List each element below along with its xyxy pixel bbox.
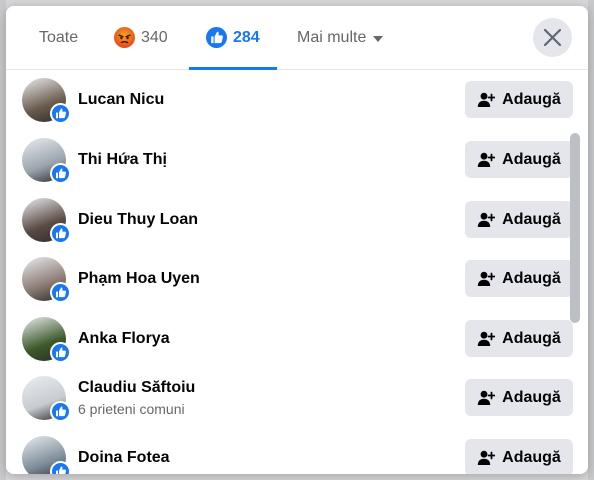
list-item: Claudiu Săftoiu 6 prieteni comuni Adaugă: [6, 368, 588, 427]
add-friend-label: Adaugă: [502, 210, 561, 228]
like-icon: [50, 461, 71, 474]
add-friend-icon: [477, 331, 496, 346]
add-friend-button[interactable]: Adaugă: [465, 320, 573, 357]
person-name[interactable]: Dieu Thuy Loan: [78, 211, 198, 229]
angry-emoji-icon: [114, 27, 135, 48]
add-friend-button[interactable]: Adaugă: [465, 379, 573, 416]
person-name[interactable]: Lucan Nicu: [78, 91, 164, 109]
list-item: Lucan Nicu Adaugă: [6, 70, 588, 129]
add-friend-button[interactable]: Adaugă: [465, 439, 573, 474]
tab-like[interactable]: 284: [189, 6, 277, 70]
person-name[interactable]: Phạm Hoa Uyen: [78, 270, 200, 288]
like-icon: [50, 103, 71, 124]
tab-like-count: 284: [233, 28, 260, 46]
add-friend-label: Adaugă: [502, 329, 561, 347]
like-icon: [50, 401, 71, 422]
like-icon: [50, 282, 71, 303]
list-item: Dieu Thuy Loan Adaugă: [6, 190, 588, 249]
add-friend-button[interactable]: Adaugă: [465, 141, 573, 178]
close-button[interactable]: [533, 18, 572, 57]
add-friend-label: Adaugă: [502, 388, 561, 406]
scrollbar-thumb[interactable]: [570, 133, 580, 323]
tab-all[interactable]: Toate: [39, 6, 78, 69]
tab-angry-count: 340: [141, 28, 168, 46]
like-icon: [50, 342, 71, 363]
add-friend-icon: [477, 212, 496, 227]
add-friend-icon: [477, 152, 496, 167]
add-friend-icon: [477, 271, 496, 286]
person-name[interactable]: Thi Hứa Thị: [78, 151, 167, 169]
reactions-dialog: Toate 340 284 Mai multe Lucan Nicu Adaug…: [6, 6, 588, 474]
like-icon: [50, 163, 71, 184]
tab-more-label: Mai multe: [297, 28, 367, 46]
like-emoji-icon: [206, 27, 227, 48]
reaction-tabs: Toate 340 284 Mai multe: [6, 6, 588, 70]
add-friend-label: Adaugă: [502, 90, 561, 108]
add-friend-icon: [477, 390, 496, 405]
list-item: Anka Florya Adaugă: [6, 309, 588, 368]
like-icon: [50, 223, 71, 244]
tab-all-label: Toate: [39, 28, 79, 46]
add-friend-button[interactable]: Adaugă: [465, 81, 573, 118]
person-name[interactable]: Claudiu Săftoiu: [78, 379, 195, 397]
mutual-friends[interactable]: 6 prieteni comuni: [78, 401, 185, 417]
people-list: Lucan Nicu Adaugă Thi Hứa Thị Adaugă Dieu Th…: [6, 70, 588, 474]
add-friend-button[interactable]: Adaugă: [465, 201, 573, 238]
list-item: Phạm Hoa Uyen Adaugă: [6, 249, 588, 308]
backdrop-right: [588, 0, 594, 480]
add-friend-icon: [477, 450, 496, 465]
person-name[interactable]: Doina Fotea: [78, 449, 170, 467]
add-friend-label: Adaugă: [502, 150, 561, 168]
list-item: Doina Fotea Adaugă: [6, 428, 588, 474]
caret-down-icon: [373, 29, 384, 47]
list-item: Thi Hứa Thị Adaugă: [6, 130, 588, 189]
add-friend-button[interactable]: Adaugă: [465, 260, 573, 297]
close-icon: [543, 28, 562, 47]
tab-angry[interactable]: 340: [114, 6, 168, 69]
add-friend-icon: [477, 92, 496, 107]
add-friend-label: Adaugă: [502, 269, 561, 287]
add-friend-label: Adaugă: [502, 448, 561, 466]
tab-more[interactable]: Mai multe: [297, 6, 384, 69]
person-name[interactable]: Anka Florya: [78, 330, 170, 348]
